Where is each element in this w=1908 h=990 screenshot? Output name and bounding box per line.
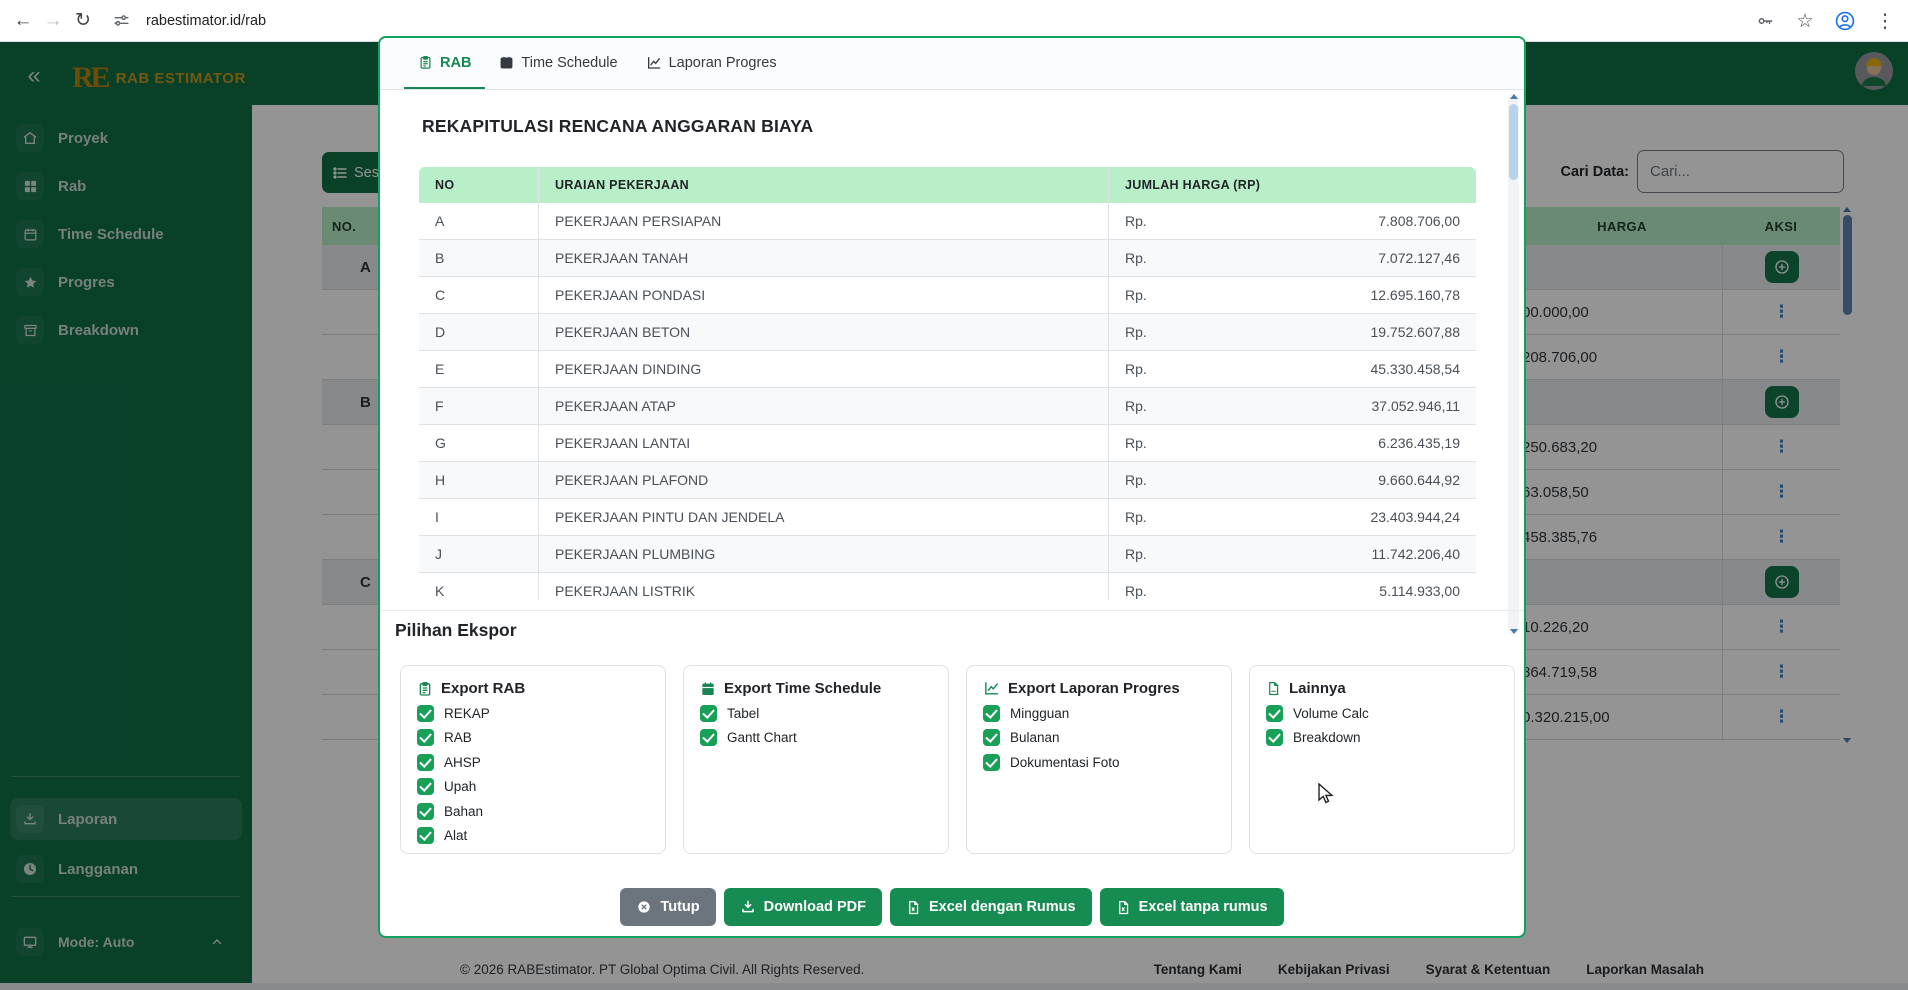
checkbox-checked[interactable] [417, 754, 434, 771]
button-label: Excel dengan Rumus [929, 899, 1076, 915]
checkbox-checked[interactable] [417, 778, 434, 795]
checkbox-checked[interactable] [983, 754, 1000, 771]
browser-menu-icon[interactable]: ⋮ [1870, 6, 1900, 36]
modal-tabbar: RAB Time Schedule Laporan Progres [380, 38, 1524, 90]
button-label: Tutup [660, 899, 699, 915]
excel-icon [906, 900, 921, 915]
rekap-header-row: NO URAIAN PEKERJAAN JUMLAH HARGA (RP) [419, 167, 1476, 203]
checkbox-checked[interactable] [417, 803, 434, 820]
download-icon [740, 899, 756, 915]
export-option[interactable]: Bulanan [983, 730, 1215, 747]
rekap-row: IPEKERJAAN PINTU DAN JENDELARp.23.403.94… [419, 499, 1476, 536]
excel-icon [1116, 900, 1131, 915]
export-option[interactable]: Gantt Chart [700, 730, 932, 747]
export-card-lainnya: Lainnya Volume Calc Breakdown [1249, 665, 1515, 854]
rekap-row: KPEKERJAAN LISTRIKRp.5.114.933,00 [419, 573, 1476, 600]
excel-without-formula-button[interactable]: Excel tanpa rumus [1100, 888, 1284, 926]
clipboard-icon [418, 55, 433, 70]
checkbox-checked[interactable] [1266, 705, 1283, 722]
export-option[interactable]: Volume Calc [1266, 705, 1498, 722]
rekap-row: CPEKERJAAN PONDASIRp.12.695.160,78 [419, 277, 1476, 314]
close-button[interactable]: Tutup [620, 888, 715, 926]
rekap-row: FPEKERJAAN ATAPRp.37.052.946,11 [419, 388, 1476, 425]
rekap-table-container: NO URAIAN PEKERJAAN JUMLAH HARGA (RP) AP… [419, 167, 1476, 600]
checkbox-checked[interactable] [700, 705, 717, 722]
export-option[interactable]: RAB [417, 730, 649, 747]
tab-label: Laporan Progres [669, 55, 777, 71]
calendar-icon [700, 681, 716, 697]
card-title: Export Laporan Progres [1008, 680, 1180, 697]
excel-with-formula-button[interactable]: Excel dengan Rumus [890, 888, 1092, 926]
rekap-row: BPEKERJAAN TANAHRp.7.072.127,46 [419, 240, 1476, 277]
forward-icon[interactable]: → [38, 6, 68, 36]
checkbox-checked[interactable] [983, 705, 1000, 722]
export-option[interactable]: Upah [417, 779, 649, 796]
export-card-time-schedule: Export Time Schedule Tabel Gantt Chart [683, 665, 949, 854]
mouse-cursor [1316, 783, 1336, 805]
screen: ← → ↻ rabestimator.id/rab ☆ ⋮ [0, 0, 1908, 990]
rekap-col-no: NO [419, 167, 539, 203]
export-option[interactable]: Mingguan [983, 705, 1215, 722]
rekap-col-uraian: URAIAN PEKERJAAN [539, 167, 1108, 203]
modal-title: REKAPITULASI RENCANA ANGGARAN BIAYA [422, 116, 813, 137]
url-text[interactable]: rabestimator.id/rab [146, 13, 266, 29]
checkbox-checked[interactable] [1266, 729, 1283, 746]
calendar-icon [499, 55, 514, 70]
tab-rab[interactable]: RAB [404, 38, 485, 89]
modal-scrollbar[interactable] [1508, 94, 1519, 634]
export-option[interactable]: AHSP [417, 754, 649, 771]
export-modal: RAB Time Schedule Laporan Progres REKAPI… [378, 36, 1526, 938]
tab-label: Time Schedule [521, 55, 617, 71]
export-option[interactable]: REKAP [417, 705, 649, 722]
rekap-row: DPEKERJAAN BETONRp.19.752.607,88 [419, 314, 1476, 351]
checkbox-checked[interactable] [417, 729, 434, 746]
rekap-row: APEKERJAAN PERSIAPANRp.7.808.706,00 [419, 203, 1476, 240]
bookmark-star-icon[interactable]: ☆ [1790, 6, 1820, 36]
checkbox-checked[interactable] [417, 827, 434, 844]
back-icon[interactable]: ← [8, 6, 38, 36]
export-option[interactable]: Bahan [417, 803, 649, 820]
checkbox-checked[interactable] [700, 729, 717, 746]
rekap-col-jumlah: JUMLAH HARGA (RP) [1108, 167, 1476, 203]
export-option[interactable]: Breakdown [1266, 730, 1498, 747]
button-label: Download PDF [764, 899, 866, 915]
rekap-row: HPEKERJAAN PLAFONDRp.9.660.644,92 [419, 462, 1476, 499]
export-option[interactable]: Dokumentasi Foto [983, 754, 1215, 771]
chart-icon [983, 680, 1000, 697]
tab-label: RAB [440, 55, 471, 71]
browser-profile-icon[interactable] [1830, 6, 1860, 36]
pdf-icon [1266, 681, 1281, 696]
card-title: Lainnya [1289, 680, 1346, 697]
checkbox-checked[interactable] [983, 729, 1000, 746]
site-info-icon[interactable] [106, 6, 136, 36]
chart-icon [646, 55, 662, 71]
export-card-rab: Export RAB REKAP RAB AHSP Upah Bahan Ala… [400, 665, 666, 854]
refresh-icon[interactable]: ↻ [68, 6, 98, 36]
button-label: Excel tanpa rumus [1139, 899, 1268, 915]
tab-laporan-progres[interactable]: Laporan Progres [632, 38, 791, 89]
clipboard-icon [417, 681, 433, 697]
password-key-icon[interactable] [1750, 6, 1780, 36]
rekap-row: GPEKERJAAN LANTAIRp.6.236.435,19 [419, 425, 1476, 462]
export-heading: Pilihan Ekspor [395, 620, 517, 641]
rekap-row: EPEKERJAAN DINDINGRp.45.330.458,54 [419, 351, 1476, 388]
export-option[interactable]: Tabel [700, 705, 932, 722]
export-card-laporan-progres: Export Laporan Progres Mingguan Bulanan … [966, 665, 1232, 854]
card-title: Export Time Schedule [724, 680, 881, 697]
rekap-table: NO URAIAN PEKERJAAN JUMLAH HARGA (RP) AP… [419, 167, 1476, 600]
checkbox-checked[interactable] [417, 705, 434, 722]
tab-time-schedule[interactable]: Time Schedule [485, 38, 631, 89]
divider [380, 610, 1524, 611]
close-circle-icon [636, 899, 652, 915]
card-title: Export RAB [441, 680, 525, 697]
modal-button-row: Tutup Download PDF Excel dengan Rumus Ex… [380, 888, 1524, 926]
rekap-row: JPEKERJAAN PLUMBINGRp.11.742.206,40 [419, 536, 1476, 573]
download-pdf-button[interactable]: Download PDF [724, 888, 882, 926]
export-option[interactable]: Alat [417, 828, 649, 845]
